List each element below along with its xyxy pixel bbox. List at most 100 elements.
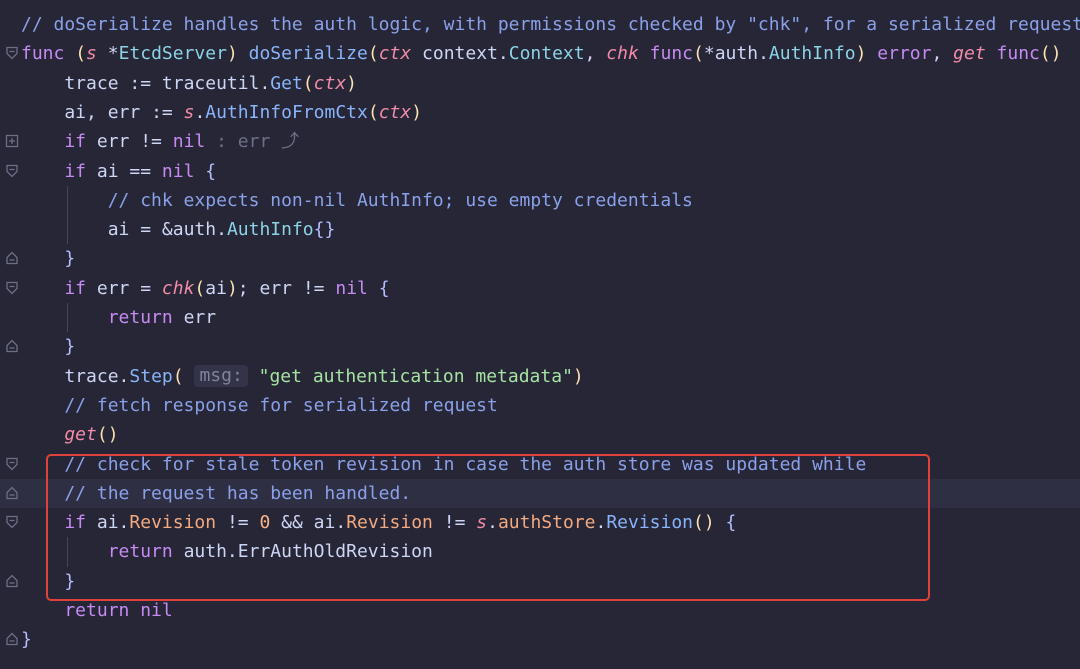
code-token: err [96,277,141,299]
code-text: return nil [21,596,172,625]
code-line[interactable]: ai = &auth.AuthInfo{} [0,215,1080,244]
code-text: // check for stale token revision in cas… [21,450,866,479]
code-token: context [422,43,498,65]
code-token: () [1039,43,1062,65]
code-token: // check for stale token revision in cas… [21,453,867,475]
code-token: Context [508,43,585,65]
inlay-hint: : err ⤴ [216,131,300,153]
code-line[interactable]: get() [0,420,1080,449]
code-text: // the request has been handled. [21,479,411,508]
code-line[interactable]: if err = chk(ai); err != nil { [0,274,1080,303]
code-token: func [996,43,1040,65]
code-token: ) [572,365,584,387]
code-token: { [378,277,390,299]
code-line[interactable]: // check for stale token revision in cas… [0,450,1080,479]
code-line[interactable]: } [0,567,1080,596]
code-token: doSerialize [248,43,368,65]
code-text: if err = chk(ai); err != nil { [21,274,390,303]
code-line[interactable]: trace := traceutil.Get(ctx) [0,69,1080,98]
code-token: AuthInfoFromCtx [205,101,368,123]
code-line[interactable]: if ai == nil { [0,157,1080,186]
code-token: chk [606,43,650,65]
code-token: err [107,101,152,123]
code-token: 0 [259,512,282,534]
code-token: {} [313,219,336,241]
code-token: trace [21,72,130,94]
code-token: { [205,160,217,182]
code-token: ai [96,160,130,182]
code-text: if err != nil : err ⤴ [21,127,299,156]
code-token: err [183,307,217,328]
code-token: . [194,101,206,123]
code-line[interactable]: } [0,244,1080,273]
code-token: Get [270,72,303,94]
fold-end-icon[interactable] [5,567,19,596]
code-token: . [259,72,271,94]
code-text: ai, err := s.AuthInfoFromCtx(ctx) [21,98,422,127]
code-token: . [118,512,130,534]
code-token: return [21,307,184,328]
code-token: // fetch response for serialized request [21,394,498,416]
code-token: ( [693,43,704,65]
code-token: auth [183,541,227,563]
code-token: ctx [313,72,347,94]
fold-open-icon[interactable] [5,157,19,186]
code-token: return [21,541,184,563]
fold-end-icon[interactable] [5,479,19,508]
code-token: } [21,629,32,651]
code-token: nil [161,160,206,182]
code-token: ai [21,101,87,123]
code-token: "get authentication metadata" [247,365,573,387]
code-token: ctx [378,43,423,65]
code-line[interactable]: ai, err := s.AuthInfoFromCtx(ctx) [0,98,1080,127]
code-token: err [259,277,303,299]
code-line[interactable]: // the request has been handled. [0,478,1080,508]
fold-end-icon[interactable] [5,244,19,273]
code-token: := [129,72,162,94]
fold-end-icon[interactable] [5,332,19,361]
code-line[interactable]: return auth.ErrAuthOldRevision [0,537,1080,566]
fold-open-icon[interactable] [5,508,19,537]
code-token: ai [205,277,227,299]
fold-end-icon[interactable] [5,625,19,654]
code-token: () [96,424,119,446]
code-token: Step [129,365,173,387]
code-token: ) [226,43,249,65]
code-line[interactable]: return nil [0,596,1080,625]
code-token: // chk expects non-nil AuthInfo; use emp… [21,189,693,211]
fold-collapsed-icon[interactable] [5,127,19,156]
fold-open-icon[interactable] [5,450,19,479]
code-line[interactable]: if ai.Revision != 0 && ai.Revision != s.… [0,508,1080,537]
code-token: // doSerialize handles the auth logic, w… [21,14,1080,35]
code-line[interactable]: // doSerialize handles the auth logic, w… [0,10,1080,39]
code-token: * [107,43,119,65]
code-token: if [21,160,97,182]
code-token: { [725,512,737,534]
code-token: AuthInfo [226,219,314,241]
code-token: ( [367,43,379,65]
code-line[interactable]: } [0,332,1080,361]
code-text: if ai == nil { [21,157,216,186]
code-token: ( [75,43,87,65]
code-editor[interactable]: // doSerialize handles the auth logic, w… [0,0,1080,669]
code-line[interactable]: trace.Step( msg: "get authentication met… [0,362,1080,391]
code-token: != [443,512,477,534]
code-line[interactable]: // fetch response for serialized request [0,391,1080,420]
code-line[interactable]: func (s *EtcdServer) doSerialize(ctx con… [0,39,1080,68]
code-line[interactable]: // chk expects non-nil AuthInfo; use emp… [0,186,1080,215]
code-line[interactable]: return err [0,303,1080,332]
code-token: ( [302,72,314,94]
code-token: ; [237,277,260,299]
code-token: ( [367,101,379,123]
code-token: authStore [497,512,596,534]
code-line[interactable]: } [0,625,1080,654]
fold-open-icon[interactable] [5,39,19,68]
code-token: Revision [606,512,694,534]
code-text: return err [21,303,216,332]
code-text: if ai.Revision != 0 && ai.Revision != s.… [21,508,736,537]
code-text: ai = &auth.AuthInfo{} [21,215,336,244]
fold-open-icon[interactable] [5,274,19,303]
code-line[interactable]: if err != nil : err ⤴ [0,127,1080,156]
code-token: } [21,570,76,592]
code-text: trace := traceutil.Get(ctx) [21,69,357,98]
